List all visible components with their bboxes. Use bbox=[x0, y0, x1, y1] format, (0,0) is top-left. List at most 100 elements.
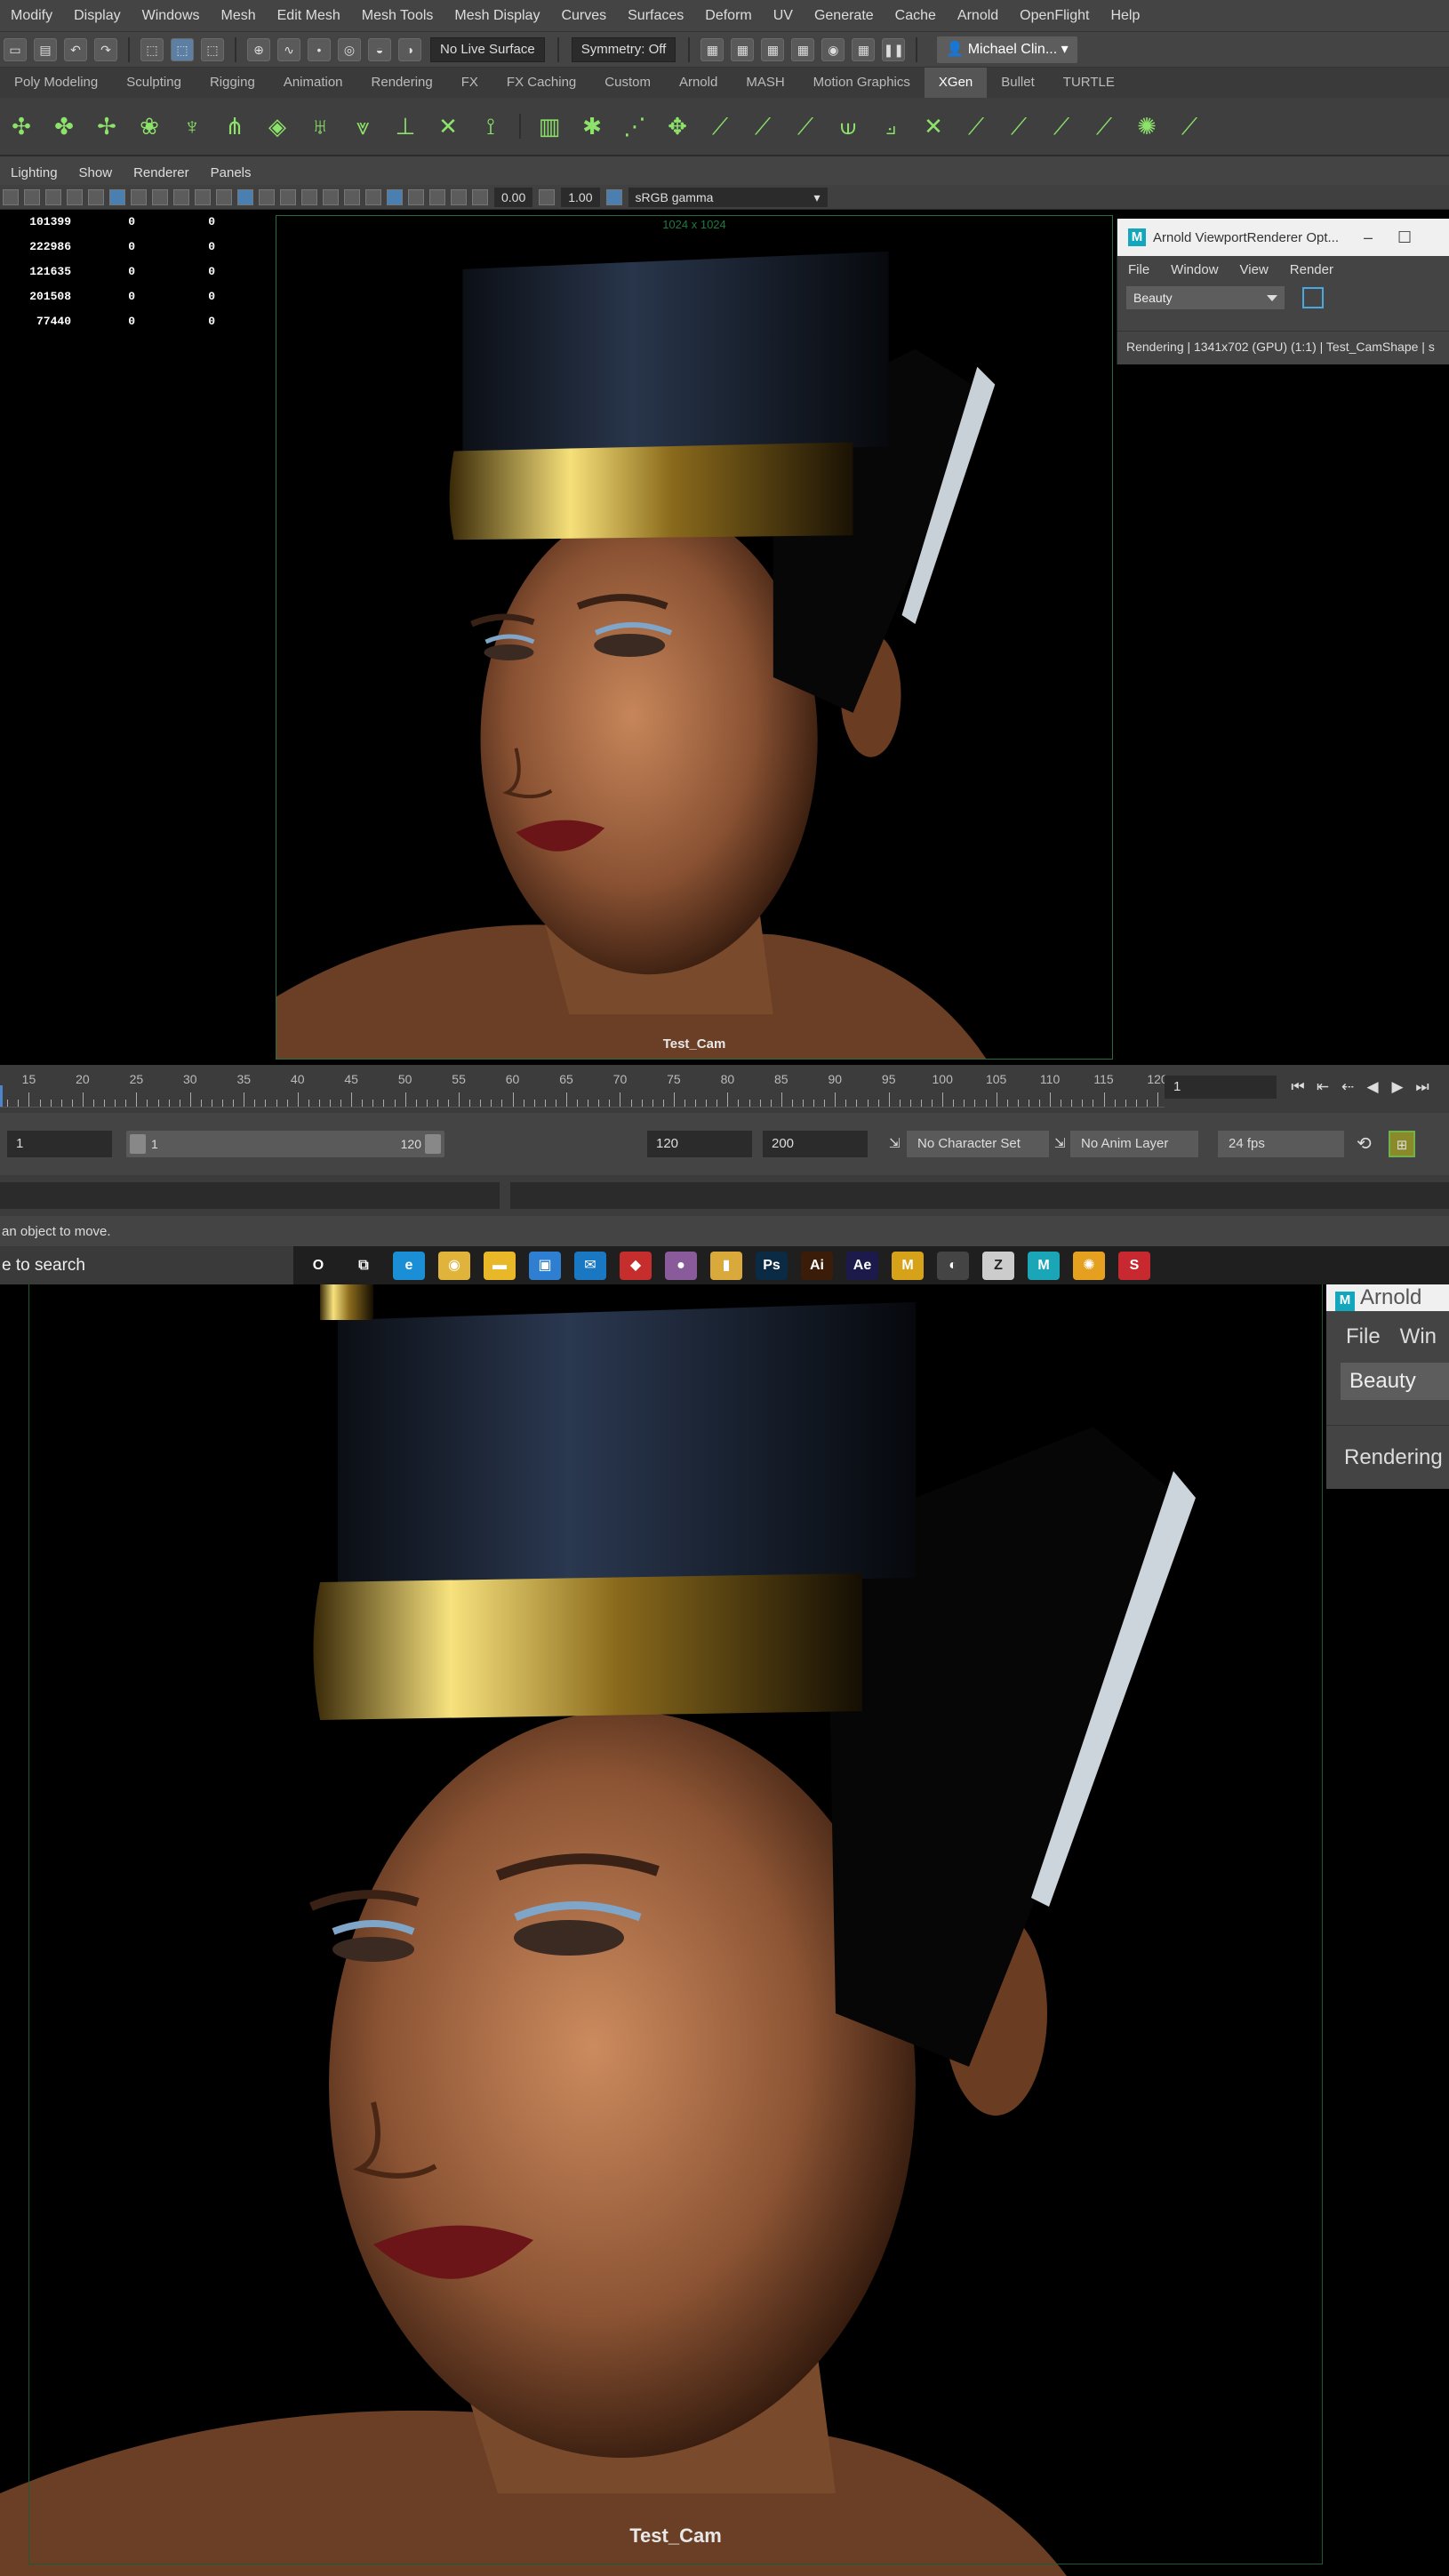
lights-icon[interactable] bbox=[301, 188, 317, 205]
menu-mesh-display[interactable]: Mesh Display bbox=[444, 8, 550, 24]
taskbar-app-icon[interactable]: ◐ bbox=[937, 1251, 969, 1280]
arnold-render-icon[interactable]: ▦ bbox=[852, 37, 876, 61]
menu-openflight[interactable]: OpenFlight bbox=[1009, 8, 1100, 24]
snap-surface-icon[interactable]: ◒ bbox=[368, 37, 391, 61]
pause-render-icon[interactable]: ❚❚ bbox=[882, 37, 906, 61]
menu-windows[interactable]: Windows bbox=[132, 8, 211, 24]
xgen-tool-icon[interactable]: ⟋ bbox=[1173, 108, 1205, 144]
current-frame-field[interactable]: 1 bbox=[1165, 1076, 1277, 1099]
xgen-tool-icon[interactable]: ⟋ bbox=[1045, 108, 1077, 144]
snap-view-icon[interactable]: ◎ bbox=[338, 37, 361, 61]
shelf-tab-animation[interactable]: Animation bbox=[269, 68, 357, 98]
shelf-tab-turtle[interactable]: TURTLE bbox=[1049, 68, 1129, 98]
xgen-tool-icon[interactable]: ▥ bbox=[533, 108, 565, 144]
taskbar-app-icon[interactable]: ● bbox=[665, 1251, 697, 1280]
shelf-tab-poly-modeling[interactable]: Poly Modeling bbox=[0, 68, 112, 98]
shelf-tab-motion-graphics[interactable]: Motion Graphics bbox=[799, 68, 925, 98]
safe-action-icon[interactable] bbox=[173, 188, 189, 205]
animation-end-field[interactable]: 200 bbox=[763, 1131, 868, 1157]
crop-region-icon[interactable] bbox=[1302, 287, 1324, 308]
isolate-select-icon[interactable] bbox=[408, 188, 424, 205]
arnold-menu-window[interactable]: Window bbox=[1160, 262, 1229, 277]
timeline-ruler[interactable]: 15 20 25 30 35 40 45 50 55 60 65 70 75 80 85 90 95 100 105… bbox=[0, 1072, 1168, 1108]
xgen-tool-icon[interactable]: ⊥ bbox=[389, 108, 421, 144]
anim-layer-dropdown[interactable]: No Anim Layer bbox=[1070, 1131, 1198, 1157]
hypershade-icon[interactable]: ◉ bbox=[821, 37, 845, 61]
arnold-menu-win[interactable]: Win bbox=[1381, 1324, 1437, 1349]
go-to-end-icon[interactable]: ⏭ bbox=[1410, 1074, 1435, 1100]
step-back-key-icon[interactable]: ⇤ bbox=[1310, 1074, 1335, 1100]
taskbar-app-icon[interactable]: ⧉ bbox=[348, 1251, 380, 1280]
wireframe-icon[interactable] bbox=[216, 188, 232, 205]
xgen-tool-icon[interactable]: ⟋ bbox=[960, 108, 992, 144]
xray-icon[interactable] bbox=[429, 188, 445, 205]
scene-start-field[interactable]: 1 bbox=[7, 1131, 112, 1157]
arnold-menu-render[interactable]: Render bbox=[1279, 262, 1344, 277]
menu-edit-mesh[interactable]: Edit Mesh bbox=[267, 8, 351, 24]
menu-curves[interactable]: Curves bbox=[550, 8, 617, 24]
render-settings-icon[interactable]: ▦ bbox=[791, 37, 815, 61]
shelf-tab-bullet[interactable]: Bullet bbox=[987, 68, 1049, 98]
shadows-icon[interactable] bbox=[323, 188, 339, 205]
xgen-tool-icon[interactable]: ⟋ bbox=[1003, 108, 1035, 144]
live-surface-field[interactable]: No Live Surface bbox=[430, 36, 545, 62]
snap-grid-icon[interactable]: ⊕ bbox=[247, 37, 270, 61]
taskbar-app-icon[interactable]: M bbox=[1028, 1251, 1060, 1280]
shelf-tab-custom[interactable]: Custom bbox=[590, 68, 665, 98]
field-chart-icon[interactable] bbox=[152, 188, 168, 205]
undo-icon[interactable]: ↶ bbox=[64, 37, 87, 61]
xgen-tool-icon[interactable]: ⟋ bbox=[1088, 108, 1120, 144]
menu-mesh-tools[interactable]: Mesh Tools bbox=[351, 8, 444, 24]
menu-mesh[interactable]: Mesh bbox=[211, 8, 267, 24]
mel-input[interactable] bbox=[0, 1182, 500, 1209]
arnold-menu-view[interactable]: View bbox=[1229, 262, 1279, 277]
range-end-handle[interactable] bbox=[425, 1134, 441, 1154]
xgen-tool-icon[interactable]: ◈ bbox=[261, 108, 293, 144]
shelf-tab-arnold[interactable]: Arnold bbox=[665, 68, 732, 98]
film-gate-icon[interactable] bbox=[88, 188, 104, 205]
panel-menu-panels[interactable]: Panels bbox=[200, 165, 262, 180]
aov-dropdown[interactable]: Beauty bbox=[1341, 1363, 1449, 1400]
xgen-tool-icon[interactable]: ⋰ bbox=[619, 108, 651, 144]
camera-attributes-icon[interactable] bbox=[24, 188, 40, 205]
xgen-tool-icon[interactable]: ⋔ bbox=[219, 108, 251, 144]
range-slider[interactable]: 1 120 bbox=[126, 1131, 444, 1157]
taskbar-app-icon[interactable]: S bbox=[1118, 1251, 1150, 1280]
shelf-tab-xgen[interactable]: XGen bbox=[924, 68, 988, 98]
xgen-tool-icon[interactable]: ✱ bbox=[576, 108, 608, 144]
playback-end-field[interactable]: 120 bbox=[647, 1131, 752, 1157]
xray-joints-icon[interactable] bbox=[451, 188, 467, 205]
taskbar-app-icon[interactable]: O bbox=[302, 1251, 334, 1280]
gamma-field[interactable]: 1.00 bbox=[561, 187, 600, 207]
render-view-icon[interactable]: ▦ bbox=[700, 37, 724, 61]
menu-generate[interactable]: Generate bbox=[804, 8, 885, 24]
select-objects-icon[interactable]: ⬚ bbox=[171, 37, 194, 61]
play-forwards-icon[interactable]: ▶ bbox=[1385, 1074, 1410, 1100]
panel-menu-renderer[interactable]: Renderer bbox=[123, 165, 200, 180]
ambient-occlusion-icon[interactable] bbox=[344, 188, 360, 205]
snap-curve-icon[interactable]: ∿ bbox=[277, 37, 300, 61]
ipr-render-icon[interactable]: ▦ bbox=[761, 37, 785, 61]
select-hierarchy-icon[interactable]: ⬚ bbox=[140, 37, 164, 61]
maximize-icon[interactable]: ☐ bbox=[1397, 228, 1412, 247]
snap-live-icon[interactable]: ◑ bbox=[398, 37, 421, 61]
taskbar-app-icon[interactable]: Ae bbox=[846, 1251, 878, 1280]
play-backwards-icon[interactable]: ◀ bbox=[1360, 1074, 1385, 1100]
safe-title-icon[interactable] bbox=[195, 188, 211, 205]
taskbar-app-icon[interactable]: ◉ bbox=[438, 1251, 470, 1280]
taskbar-app-icon[interactable]: e bbox=[393, 1251, 425, 1280]
xgen-tool-icon[interactable]: ♆ bbox=[176, 108, 208, 144]
taskbar-app-icon[interactable]: ✺ bbox=[1073, 1251, 1105, 1280]
loop-icon[interactable]: ⟲ bbox=[1357, 1131, 1372, 1157]
xgen-tool-icon[interactable]: ⟒ bbox=[832, 108, 864, 144]
taskbar-app-icon[interactable]: M bbox=[892, 1251, 924, 1280]
xgen-tool-icon[interactable]: ✤ bbox=[48, 108, 80, 144]
taskbar-app-icon[interactable]: Ai bbox=[801, 1251, 833, 1280]
shelf-tab-rigging[interactable]: Rigging bbox=[196, 68, 269, 98]
xgen-tool-icon[interactable]: ⟋ bbox=[789, 108, 821, 144]
exposure-icon[interactable] bbox=[472, 188, 488, 205]
open-scene-icon[interactable]: ▭ bbox=[4, 37, 27, 61]
xgen-tool-icon[interactable]: ♅ bbox=[304, 108, 336, 144]
xgen-tool-icon[interactable]: ⟓ bbox=[875, 108, 907, 144]
snap-point-icon[interactable]: • bbox=[308, 37, 331, 61]
